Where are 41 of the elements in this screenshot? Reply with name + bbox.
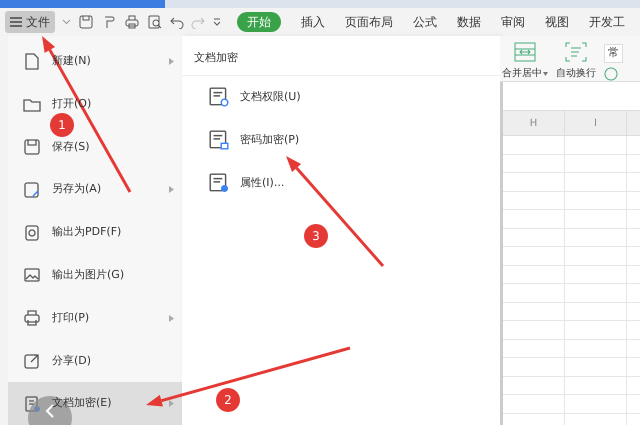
ribbon-tab[interactable]: 公式 (405, 12, 445, 32)
file-menu-button[interactable]: 文件 (5, 11, 55, 33)
ribbon-button[interactable]: 合并居中 (502, 42, 548, 81)
menu-item-icon (22, 136, 42, 157)
ribbon-tab[interactable]: 数据 (449, 12, 489, 32)
submenu-arrow-icon (169, 400, 174, 408)
submenu-arrow-icon (169, 58, 174, 65)
submenu-title: 文档加密 (194, 51, 238, 64)
print-icon[interactable] (124, 14, 140, 30)
ribbon-tab[interactable]: 审阅 (493, 12, 533, 32)
caret-icon (543, 72, 548, 76)
ribbon-tab[interactable]: 开发工 (581, 12, 633, 32)
ribbon-tab[interactable]: 插入 (293, 12, 333, 32)
merge-cells-icon (514, 42, 536, 62)
document-icon (208, 172, 230, 194)
submenu-item[interactable]: 文档权限(U) (182, 76, 500, 118)
file-menu-item[interactable]: 文档加密(E) (52, 396, 112, 410)
file-menu-item[interactable]: 输出为PDF(F) (52, 225, 122, 238)
print-preview-icon[interactable] (147, 14, 163, 30)
wrap-text-icon (565, 42, 587, 62)
submenu-arrow-icon (169, 314, 174, 322)
dropdown-icon[interactable] (212, 17, 222, 27)
document-icon (208, 86, 230, 108)
ribbon-tab[interactable]: 视图 (537, 12, 577, 32)
submenu-item[interactable]: 属性(I)... (182, 162, 500, 204)
file-menu-item[interactable]: 打印(P) (52, 310, 90, 324)
menu-item-icon (22, 308, 42, 328)
chevron-down-icon[interactable] (62, 19, 71, 25)
file-menu-item[interactable]: 另存为(A) (52, 182, 102, 196)
save-icon[interactable] (78, 14, 94, 30)
undo-icon[interactable] (170, 15, 184, 29)
menu-icon (10, 17, 22, 27)
submenu-item[interactable]: 密码加密(P) (182, 118, 500, 162)
file-menu-item[interactable]: 输出为图片(G) (52, 268, 124, 282)
document-icon (208, 129, 230, 151)
file-menu-item[interactable]: 分享(D) (52, 354, 92, 367)
file-menu-item[interactable]: 保存(S) (52, 140, 90, 153)
number-format-label[interactable]: 常 (604, 44, 623, 62)
ribbon-tab[interactable]: 页面布局 (337, 12, 401, 32)
ribbon-button[interactable]: 自动换行 (556, 42, 596, 81)
submenu-arrow-icon (169, 186, 174, 194)
